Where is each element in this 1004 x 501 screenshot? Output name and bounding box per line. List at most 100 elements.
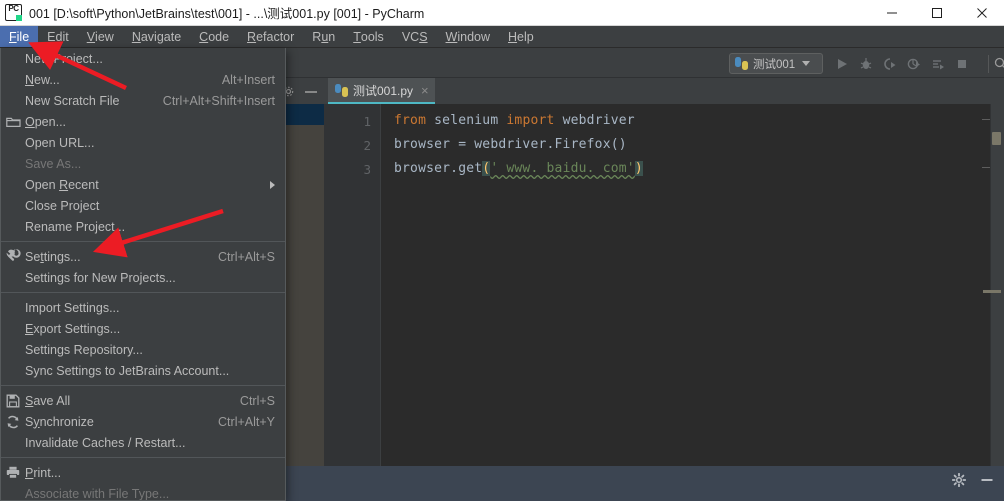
menu-item-accel: Ctrl+Alt+Y [218, 414, 275, 429]
title-bar: 001 [D:\soft\Python\JetBrains\test\001] … [0, 0, 1004, 26]
line-number: 2 [363, 138, 371, 153]
menu-tools[interactable]: Tools [344, 26, 393, 47]
menu-item-rename-project[interactable]: Rename Project... [1, 216, 285, 237]
menu-bar: File Edit View Navigate Code Refactor Ru… [0, 26, 1004, 48]
code-line-3: browser.get(' www. baidu. com') [394, 161, 643, 176]
profile-button[interactable] [904, 54, 924, 74]
run-configuration-selector[interactable]: 测试001 [729, 53, 823, 74]
editor-gutter: 1 2 3 [324, 104, 381, 466]
print-icon [5, 465, 21, 481]
editor-tab-label: 测试001.py [353, 83, 414, 98]
run-button[interactable] [832, 54, 852, 74]
menu-item-label: Close Project [25, 198, 100, 213]
code-line-2: browser = webdriver.Firefox() [394, 137, 627, 152]
menu-item-label: Settings for New Projects... [25, 270, 176, 285]
code-text: webdriver [554, 113, 635, 128]
menu-item-settings[interactable]: Settings... Ctrl+Alt+S [1, 246, 285, 267]
menu-file[interactable]: File [0, 26, 39, 47]
sync-icon [5, 414, 21, 430]
menu-item-label: Open Recent [25, 177, 99, 192]
menu-separator [1, 385, 285, 386]
menu-item-accel: Ctrl+Alt+Shift+Insert [162, 93, 275, 108]
scrollbar-thumb[interactable] [992, 132, 1001, 145]
menu-item-settings-for-new-projects[interactable]: Settings for New Projects... [1, 267, 285, 288]
close-button[interactable] [959, 0, 1004, 26]
menu-item-save-as: Save As... [1, 153, 285, 174]
menu-item-label: Print... [25, 465, 62, 480]
stop-button[interactable] [952, 54, 972, 74]
bottom-panel-controls [952, 473, 994, 487]
menu-item-label: Settings Repository... [25, 342, 143, 357]
menu-item-print[interactable]: Print... [1, 462, 285, 483]
window-controls [869, 0, 1004, 26]
menu-window[interactable]: Window [437, 26, 499, 47]
menu-item-new-project[interactable]: New Project... [1, 48, 285, 69]
menu-navigate[interactable]: Navigate [123, 26, 190, 47]
menu-separator [1, 457, 285, 458]
menu-vcs[interactable]: VC S [393, 26, 437, 47]
editor-tab-bar: 测试001.py × [324, 78, 1004, 104]
menu-item-label: Import Settings... [25, 300, 120, 315]
minimize-icon[interactable] [980, 474, 994, 486]
close-icon[interactable]: × [421, 84, 429, 97]
menu-item-label: New Scratch File [25, 93, 120, 108]
menu-item-invalidate-caches-restart[interactable]: Invalidate Caches / Restart... [1, 432, 285, 453]
menu-item-associate-with-file-type: Associate with File Type... [1, 483, 285, 501]
toolbar-separator [988, 55, 989, 73]
menu-item-close-project[interactable]: Close Project [1, 195, 285, 216]
run-toolbar-buttons [832, 54, 972, 74]
menu-item-label: Associate with File Type... [25, 486, 170, 501]
python-file-icon [735, 57, 748, 70]
menu-item-import-settings[interactable]: Import Settings... [1, 297, 285, 318]
scroll-marker [983, 290, 1001, 293]
menu-item-label: Export Settings... [25, 321, 121, 336]
debug-button[interactable] [856, 54, 876, 74]
menu-item-new-scratch-file[interactable]: New Scratch File Ctrl+Alt+Shift+Insert [1, 90, 285, 111]
hide-panel-icon[interactable] [304, 86, 318, 97]
menu-edit[interactable]: Edit [38, 26, 78, 47]
menu-item-label: New... [25, 72, 60, 87]
menu-refactor[interactable]: Refactor [238, 26, 303, 47]
menu-item-export-settings[interactable]: Export Settings... [1, 318, 285, 339]
gear-icon[interactable] [952, 473, 966, 487]
run-with-coverage-button[interactable] [880, 54, 900, 74]
pycharm-window: 001 [D:\soft\Python\JetBrains\test\001] … [0, 0, 1004, 501]
menu-item-accel: Ctrl+S [239, 393, 275, 408]
menu-item-open-recent[interactable]: Open Recent [1, 174, 285, 195]
save-icon [5, 393, 21, 409]
menu-item-new[interactable]: New... Alt+Insert [1, 69, 285, 90]
code-line-1: from selenium import webdriver [394, 113, 635, 128]
editor-tab[interactable]: 测试001.py × [328, 78, 435, 104]
editor-scrollbar[interactable] [990, 104, 1004, 466]
menu-item-accel: Alt+Insert [221, 72, 275, 87]
minimize-button[interactable] [869, 0, 914, 26]
menu-item-settings-repository[interactable]: Settings Repository... [1, 339, 285, 360]
menu-item-save-all[interactable]: Save All Ctrl+S [1, 390, 285, 411]
code-content[interactable]: from selenium import webdriver browser =… [382, 104, 1004, 466]
maximize-button[interactable] [914, 0, 959, 26]
menu-view[interactable]: View [78, 26, 123, 47]
menu-item-sync-settings-jetbrains[interactable]: Sync Settings to JetBrains Account... [1, 360, 285, 381]
code-text: browser = webdriver.Firefox() [394, 137, 627, 152]
menu-item-label: Save All [25, 393, 71, 408]
menu-help[interactable]: Help [499, 26, 543, 47]
menu-code[interactable]: Code [190, 26, 238, 47]
menu-item-open-url[interactable]: Open URL... [1, 132, 285, 153]
menu-separator [1, 241, 285, 242]
pycharm-logo-icon [5, 4, 22, 21]
line-number: 3 [363, 162, 371, 177]
window-title: 001 [D:\soft\Python\JetBrains\test\001] … [29, 7, 425, 21]
search-icon[interactable] [994, 57, 1004, 73]
menu-item-open[interactable]: Open... [1, 111, 285, 132]
keyword-from: from [394, 113, 427, 128]
line-number: 1 [363, 114, 371, 129]
menu-item-label: Open... [25, 114, 67, 129]
run-tests-button[interactable] [928, 54, 948, 74]
editor-area: 测试001.py × 1 2 3 from selenium import we… [324, 78, 1004, 466]
string-literal: ' www. baidu. com' [490, 161, 635, 176]
wrench-icon [5, 249, 21, 265]
menu-run[interactable]: Run [303, 26, 344, 47]
menu-item-label: Save As... [25, 156, 82, 171]
menu-item-synchronize[interactable]: Synchronize Ctrl+Alt+Y [1, 411, 285, 432]
menu-item-label: Sync Settings to JetBrains Account... [25, 363, 230, 378]
